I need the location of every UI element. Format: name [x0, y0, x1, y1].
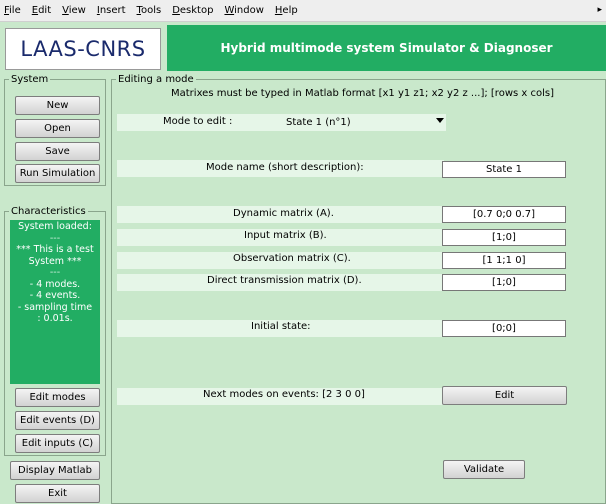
edit-next-modes-button[interactable]: Edit: [442, 386, 567, 405]
menu-desktop[interactable]: Desktop: [172, 5, 213, 16]
menu-help-rest: elp: [282, 5, 298, 16]
menu-view-rest: iew: [68, 5, 86, 16]
mode-name-label: Mode name (short description):: [206, 162, 364, 173]
matrix-format-note: Matrixes must be typed in Matlab format …: [171, 88, 554, 99]
next-modes-label: Next modes on events: [2 3 0 0]: [203, 389, 365, 400]
save-button[interactable]: Save: [15, 142, 100, 161]
edit-modes-button[interactable]: Edit modes: [15, 388, 100, 407]
info-line: *** This is a test: [16, 244, 94, 255]
info-line: ---: [49, 267, 61, 278]
dynamic-matrix-field[interactable]: [0.7 0;0 0.7]: [442, 206, 566, 223]
direct-transmission-label: Direct transmission matrix (D).: [207, 275, 362, 286]
info-line: : 0.01s.: [37, 313, 73, 324]
edit-inputs-button[interactable]: Edit inputs (C): [15, 434, 100, 453]
open-button[interactable]: Open: [15, 119, 100, 138]
menu-bar: File Edit View Insert Tools Desktop Wind…: [0, 0, 606, 22]
initial-state-field[interactable]: [0;0]: [442, 320, 566, 337]
initial-state-label: Initial state:: [251, 321, 311, 332]
exit-button[interactable]: Exit: [15, 484, 100, 503]
system-legend: System: [11, 74, 49, 85]
menu-tools[interactable]: Tools: [137, 5, 162, 16]
app-title: Hybrid multimode system Simulator & Diag…: [167, 25, 606, 71]
info-line: System ***: [28, 255, 82, 267]
menubar-overflow-icon[interactable]: ▸: [597, 5, 602, 15]
info-line: - sampling time: [17, 301, 93, 313]
menu-insert[interactable]: Insert: [97, 5, 126, 16]
menu-window-rest: indow: [234, 5, 264, 16]
characteristics-legend: Characteristics: [11, 206, 86, 217]
menu-window-mnemonic: W: [224, 5, 235, 16]
mode-select[interactable]: State 1 (n°1): [283, 114, 446, 131]
menu-tools-rest: ools: [140, 5, 162, 16]
validate-button[interactable]: Validate: [443, 460, 525, 479]
system-info: System loaded: --- *** This is a test Sy…: [10, 220, 100, 384]
menu-edit-rest: dit: [38, 5, 52, 16]
info-line: - 4 modes.: [29, 278, 81, 290]
menu-file-rest: ile: [9, 5, 21, 16]
input-matrix-field[interactable]: [1;0]: [442, 229, 566, 246]
mode-select-value: State 1 (n°1): [286, 117, 351, 128]
direct-transmission-field[interactable]: [1;0]: [442, 274, 566, 291]
display-matlab-button[interactable]: Display Matlab: [10, 461, 100, 480]
observation-matrix-field[interactable]: [1 1;1 0]: [442, 252, 566, 269]
chevron-down-icon: [436, 118, 444, 123]
menu-edit[interactable]: Edit: [32, 5, 51, 16]
menu-help[interactable]: Help: [275, 5, 298, 16]
menu-file[interactable]: File: [4, 5, 21, 16]
menu-view-mnemonic: V: [62, 5, 69, 16]
menu-view[interactable]: View: [62, 5, 86, 16]
dynamic-matrix-label: Dynamic matrix (A).: [233, 208, 334, 219]
menu-window[interactable]: Window: [224, 5, 263, 16]
menu-desktop-rest: esktop: [179, 5, 214, 16]
info-line: - 4 events.: [29, 290, 81, 301]
input-matrix-label: Input matrix (B).: [244, 230, 327, 241]
mode-name-field[interactable]: State 1: [442, 161, 566, 178]
edit-events-button[interactable]: Edit events (D): [15, 411, 100, 430]
editing-legend: Editing a mode: [118, 74, 194, 85]
observation-matrix-label: Observation matrix (C).: [233, 253, 351, 264]
info-line: System loaded:: [18, 221, 92, 232]
logo: LAAS-CNRS: [5, 28, 161, 70]
mode-to-edit-label: Mode to edit :: [163, 116, 233, 127]
new-button[interactable]: New: [15, 96, 100, 115]
menu-desktop-mnemonic: D: [172, 5, 180, 16]
info-line: ---: [49, 232, 61, 244]
menu-insert-rest: nsert: [99, 5, 126, 16]
run-simulation-button[interactable]: Run Simulation: [15, 164, 100, 183]
logo-text: LAAS-CNRS: [20, 37, 146, 61]
